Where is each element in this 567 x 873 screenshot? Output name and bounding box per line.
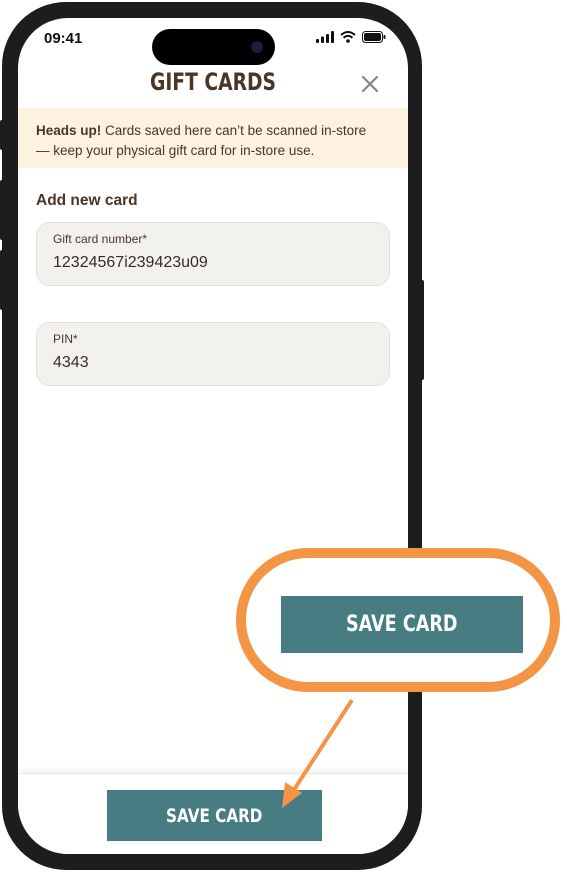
close-icon[interactable] [360,74,380,94]
volume-up-button [0,180,4,240]
in-store-warning-banner: Heads up! Cards saved here can’t be scan… [18,108,408,168]
save-card-button[interactable]: SAVE CARD [107,790,322,841]
callout-save-card-label: SAVE CARD [346,612,458,637]
power-button [420,280,424,380]
gift-card-number-input[interactable]: 12324567i239423u09 [53,254,208,272]
section-title: Add new card [36,192,138,209]
volume-down-button [0,250,4,310]
save-card-label: SAVE CARD [166,804,263,827]
pin-input[interactable]: 4343 [53,354,89,372]
banner-line-2: — keep your physical gift card for in-st… [36,143,315,158]
status-time: 09:41 [44,30,83,47]
callout-save-card-button: SAVE CARD [281,596,523,653]
gift-card-number-label: Gift card number* [53,232,148,246]
pin-field[interactable]: PIN* 4343 [36,322,390,386]
banner-text: Cards saved here can’t be scanned in-sto… [101,123,367,138]
signal-icon [316,31,334,43]
dynamic-island [152,29,275,65]
gift-card-number-field[interactable]: Gift card number* 12324567i239423u09 [36,222,390,286]
pin-label: PIN* [53,332,78,346]
camera-icon [251,41,263,53]
wifi-icon [340,31,356,43]
status-icons [316,31,386,43]
phone-frame: 09:41 GIFT CARDS Heads up! Cards saved h… [2,2,422,870]
page-title: GIFT CARDS [149,68,277,96]
banner-line-1: Heads up! Cards saved here can’t be scan… [36,121,390,141]
battery-icon [362,31,386,43]
side-button [0,120,4,150]
phone-screen: 09:41 GIFT CARDS Heads up! Cards saved h… [18,18,408,854]
banner-bold: Heads up! [36,123,102,138]
